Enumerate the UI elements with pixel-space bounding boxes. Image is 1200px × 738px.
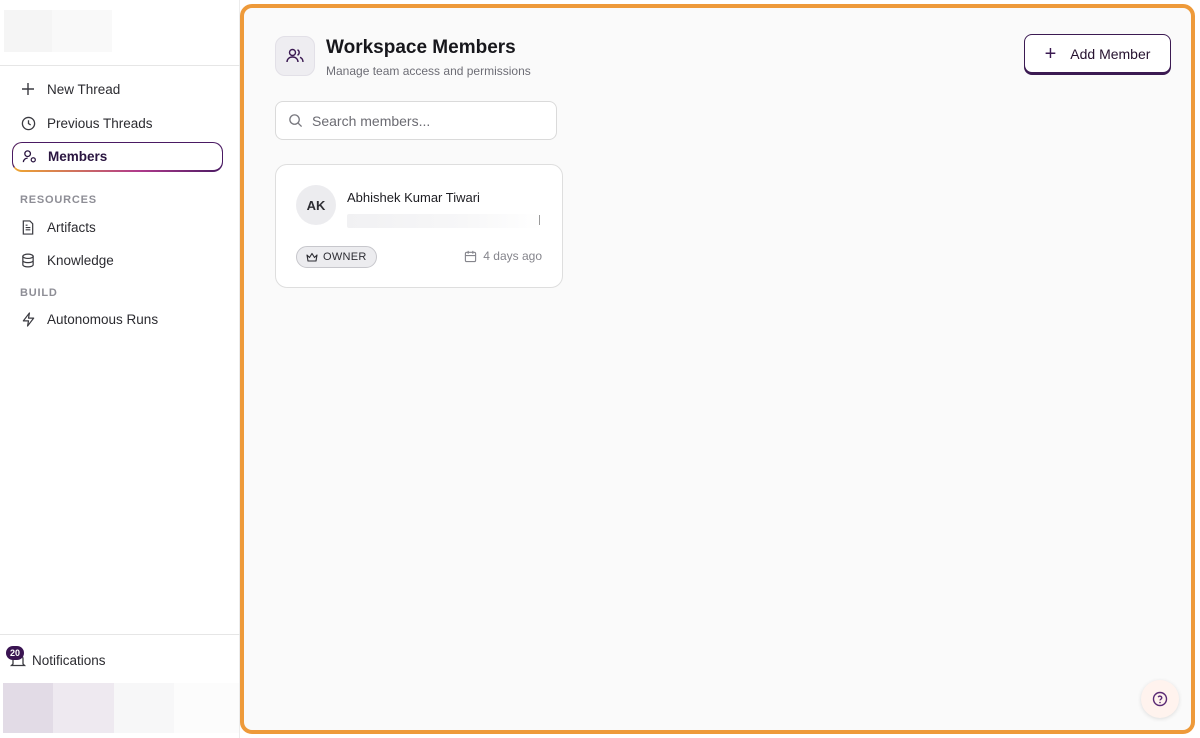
- nav-autonomous-runs[interactable]: Autonomous Runs: [12, 304, 223, 334]
- crown-icon: [306, 252, 318, 263]
- member-email-redacted: [347, 214, 542, 228]
- help-button[interactable]: [1141, 680, 1179, 718]
- sidebar-footer: 20 Notifications: [0, 634, 240, 738]
- page-title: Workspace Members: [326, 37, 516, 58]
- search-input[interactable]: [312, 112, 542, 129]
- user-meta-block: [114, 683, 174, 733]
- role-label: OWNER: [323, 251, 367, 263]
- logo-area[interactable]: [0, 0, 240, 66]
- user-extra-block: [174, 683, 239, 733]
- clock-icon: [20, 115, 36, 131]
- page-subtitle: Manage team access and permissions: [326, 64, 531, 78]
- database-icon: [20, 252, 36, 268]
- nav-previous-threads[interactable]: Previous Threads: [12, 108, 223, 138]
- main-panel: Workspace Members Manage team access and…: [240, 4, 1195, 734]
- nav-autonomous-runs-label: Autonomous Runs: [47, 311, 159, 327]
- user-profile-strip[interactable]: [3, 683, 239, 733]
- logo-mark: [4, 10, 52, 52]
- add-member-button[interactable]: + Add Member: [1024, 34, 1171, 73]
- file-text-icon: [20, 219, 36, 235]
- nav-members[interactable]: Members: [12, 142, 223, 172]
- section-label-build: BUILD: [20, 287, 58, 299]
- zap-icon: [20, 311, 36, 327]
- sidebar: New Thread Previous Threads Members RESO…: [0, 0, 240, 738]
- bell-icon: 20: [6, 646, 28, 670]
- role-badge: OWNER: [296, 246, 377, 268]
- nav-artifacts-label: Artifacts: [47, 219, 96, 235]
- section-label-resources: RESOURCES: [20, 194, 97, 206]
- nav-new-thread-label: New Thread: [47, 81, 121, 97]
- nav-previous-threads-label: Previous Threads: [47, 115, 153, 131]
- notification-count-badge: 20: [6, 646, 24, 660]
- user-name-block: [53, 683, 114, 733]
- nav-artifacts[interactable]: Artifacts: [12, 212, 223, 242]
- nav-knowledge[interactable]: Knowledge: [12, 245, 223, 275]
- user-avatar-block: [3, 683, 53, 733]
- nav-knowledge-label: Knowledge: [47, 252, 114, 268]
- notifications-label: Notifications: [32, 652, 106, 668]
- app-root: New Thread Previous Threads Members RESO…: [0, 0, 1200, 738]
- user-cog-icon: [21, 149, 37, 165]
- nav-members-label: Members: [48, 149, 108, 164]
- plus-icon: [20, 81, 36, 97]
- avatar: AK: [296, 185, 336, 225]
- nav-new-thread[interactable]: New Thread: [12, 74, 223, 104]
- joined-date-label: 4 days ago: [483, 249, 542, 263]
- users-icon: [275, 36, 315, 76]
- notifications-button[interactable]: 20 Notifications: [6, 646, 106, 673]
- add-member-label: Add Member: [1070, 45, 1151, 62]
- search-icon: [288, 113, 303, 128]
- member-card[interactable]: AK Abhishek Kumar Tiwari OWNER 4 days ag…: [275, 164, 563, 288]
- member-name: Abhishek Kumar Tiwari: [347, 190, 480, 205]
- search-box[interactable]: [275, 101, 557, 140]
- joined-date: 4 days ago: [464, 249, 542, 263]
- logo-wordmark: [52, 10, 112, 52]
- redaction-edge: [539, 215, 540, 225]
- help-icon: [1152, 691, 1168, 707]
- plus-icon: +: [1044, 42, 1057, 65]
- calendar-icon: [464, 250, 477, 263]
